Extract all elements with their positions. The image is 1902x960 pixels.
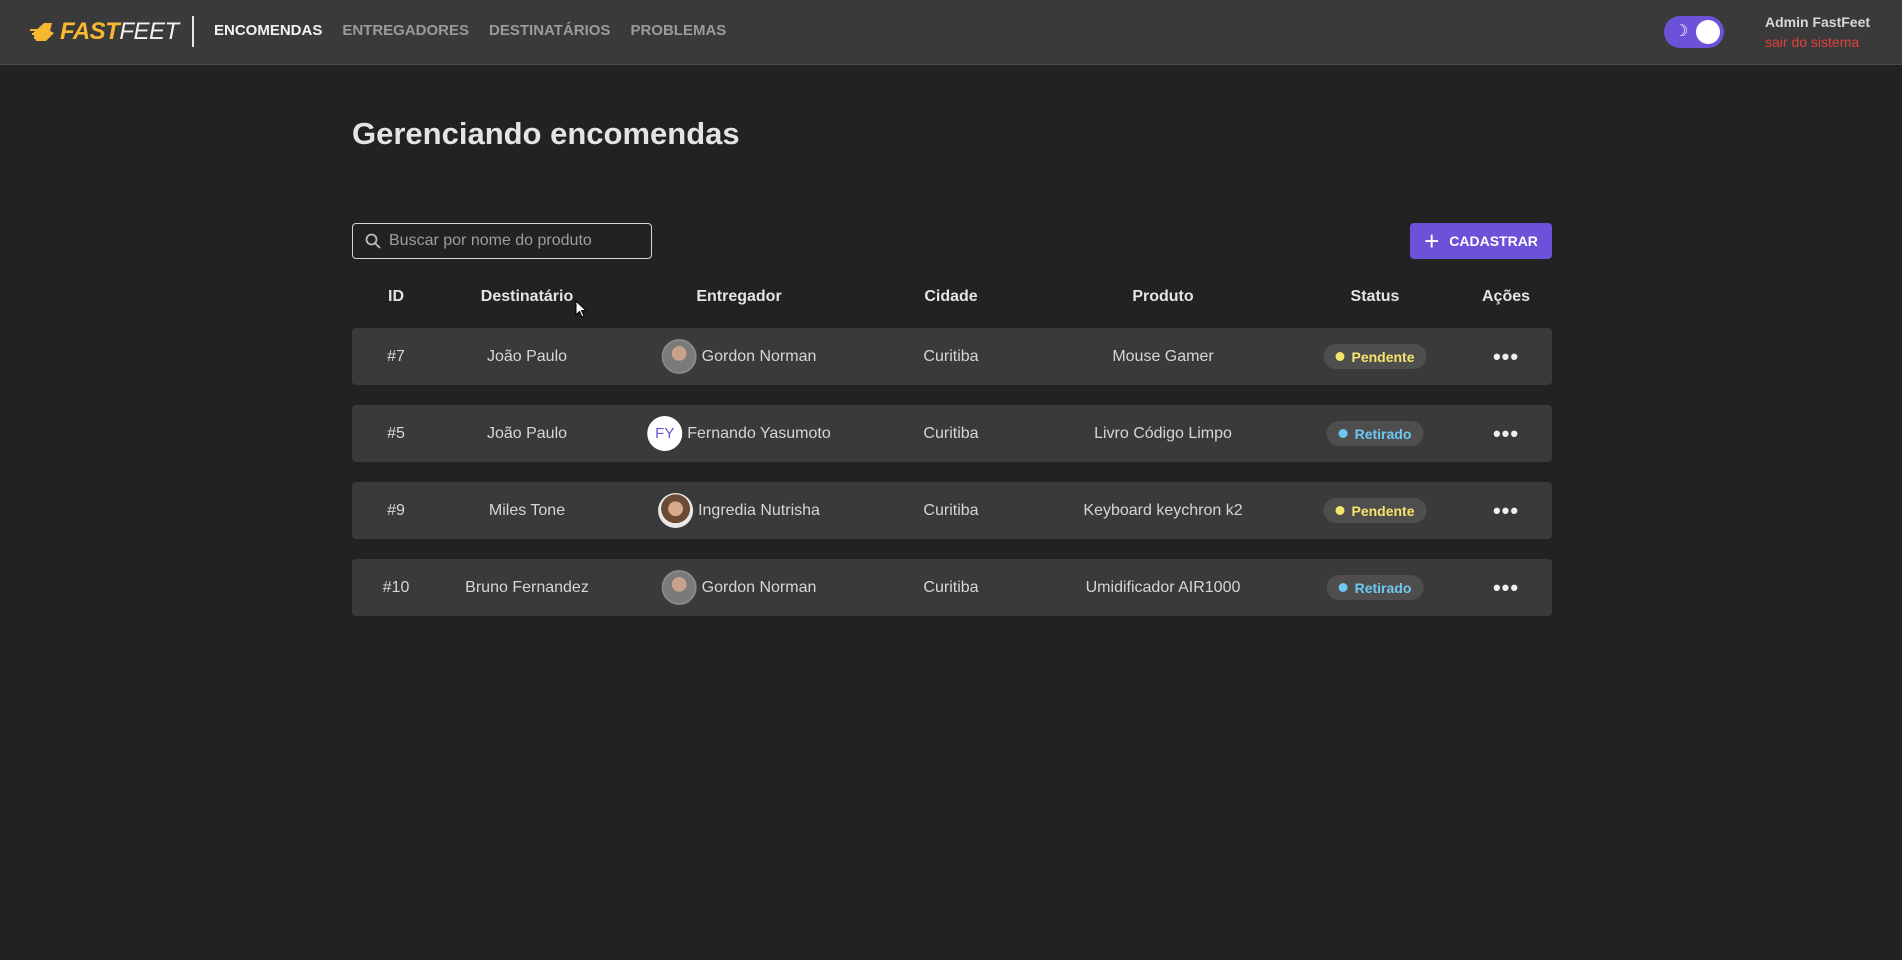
top-navbar: FAST FEET ENCOMENDAS ENTREGADORES DESTIN… [0, 0, 1902, 65]
nav-item-destinatarios[interactable]: DESTINATÁRIOS [489, 22, 610, 39]
cell-courier: Ingredia Nutrisha [658, 482, 820, 539]
toggle-knob [1696, 20, 1720, 44]
delivery-truck-icon [30, 23, 54, 41]
plus-icon: + [1424, 226, 1440, 256]
search-box [352, 223, 652, 259]
column-header-recipient: Destinatário [480, 288, 574, 305]
column-header-city: Cidade [924, 288, 978, 305]
cell-city: Curitiba [923, 578, 979, 596]
cell-id: #5 [387, 424, 405, 442]
column-header-product: Produto [1132, 288, 1194, 305]
cell-courier: Gordon Norman [661, 328, 817, 385]
cell-id: #7 [387, 347, 405, 365]
courier-name: Gordon Norman [701, 347, 817, 365]
nav-item-problemas[interactable]: PROBLEMAS [630, 22, 726, 39]
courier-name: Fernando Yasumoto [687, 424, 831, 442]
table-header: ID Destinatário Entregador Cidade Produt… [352, 288, 1552, 310]
search-input[interactable] [389, 232, 639, 250]
mouse-cursor-icon [575, 300, 588, 318]
search-icon [365, 233, 381, 249]
logo[interactable]: FAST FEET [30, 17, 179, 47]
cell-status: Retirado [1326, 559, 1424, 616]
avatar: FY [647, 416, 683, 451]
status-badge: Retirado [1326, 575, 1424, 600]
cell-id: #10 [382, 578, 410, 596]
column-header-courier: Entregador [696, 288, 782, 305]
more-actions-icon[interactable]: ••• [1493, 405, 1519, 462]
cell-recipient: João Paulo [486, 347, 568, 365]
cell-courier: Gordon Norman [661, 559, 817, 616]
table-row[interactable]: #5 João Paulo FY Fernando Yasumoto Curitiba L… [352, 405, 1552, 462]
logo-text-fast: FAST [60, 18, 120, 45]
cell-city: Curitiba [923, 424, 979, 442]
cell-courier: FY Fernando Yasumoto [647, 405, 831, 462]
status-badge: Pendente [1323, 498, 1427, 523]
nav-item-entregadores[interactable]: ENTREGADORES [342, 22, 469, 39]
status-label: Pendente [1351, 348, 1415, 365]
status-dot-icon [1335, 506, 1345, 515]
status-label: Pendente [1351, 502, 1415, 519]
cell-product: Mouse Gamer [1112, 347, 1214, 365]
table-row[interactable]: #9 Miles Tone Ingredia Nutrisha Curitiba Key… [352, 482, 1552, 539]
status-dot-icon [1338, 583, 1348, 592]
column-header-status: Status [1350, 288, 1400, 305]
status-dot-icon [1335, 352, 1345, 361]
status-dot-icon [1338, 429, 1348, 438]
status-label: Retirado [1354, 425, 1412, 442]
courier-name: Ingredia Nutrisha [698, 501, 820, 519]
main-nav: ENCOMENDAS ENTREGADORES DESTINATÁRIOS PR… [214, 22, 726, 39]
cell-city: Curitiba [923, 501, 979, 519]
logo-text-feet: FEET [119, 18, 179, 45]
cell-id: #9 [387, 501, 405, 519]
cell-status: Pendente [1323, 328, 1427, 385]
courier-name: Gordon Norman [701, 578, 817, 596]
more-actions-icon[interactable]: ••• [1493, 559, 1519, 616]
more-actions-icon[interactable]: ••• [1493, 328, 1519, 385]
add-order-button-label: CADASTRAR [1449, 233, 1538, 249]
avatar [658, 493, 694, 528]
header-divider [192, 16, 194, 47]
cell-city: Curitiba [923, 347, 979, 365]
avatar [661, 570, 697, 605]
cell-recipient: João Paulo [486, 424, 568, 442]
user-name: Admin FastFeet [1765, 14, 1871, 30]
avatar [661, 339, 697, 374]
cell-status: Retirado [1326, 405, 1424, 462]
table-row[interactable]: #10 Bruno Fernandez Gordon Norman Curitiba U… [352, 559, 1552, 616]
status-badge: Pendente [1323, 344, 1427, 369]
moon-icon: ☽ [1674, 23, 1689, 40]
theme-toggle[interactable]: ☽ [1664, 16, 1724, 48]
cell-recipient: Miles Tone [488, 501, 566, 519]
cell-product: Umidificador AIR1000 [1085, 578, 1241, 596]
status-badge: Retirado [1326, 421, 1424, 446]
cell-recipient: Bruno Fernandez [465, 578, 589, 596]
table-row[interactable]: #7 João Paulo Gordon Norman Curitiba Mouse G… [352, 328, 1552, 385]
nav-item-encomendas[interactable]: ENCOMENDAS [214, 22, 322, 39]
logout-link[interactable]: sair do sistema [1765, 34, 1885, 50]
cell-product: Keyboard keychron k2 [1083, 501, 1243, 519]
page-title: Gerenciando encomendas [352, 116, 740, 151]
user-info: Admin FastFeet sair do sistema [1765, 14, 1885, 50]
column-header-id: ID [388, 288, 404, 305]
cell-status: Pendente [1323, 482, 1427, 539]
cell-product: Livro Código Limpo [1094, 424, 1232, 442]
add-order-button[interactable]: + CADASTRAR [1410, 223, 1552, 259]
status-label: Retirado [1354, 579, 1412, 596]
more-actions-icon[interactable]: ••• [1493, 482, 1519, 539]
column-header-actions: Ações [1481, 288, 1531, 305]
